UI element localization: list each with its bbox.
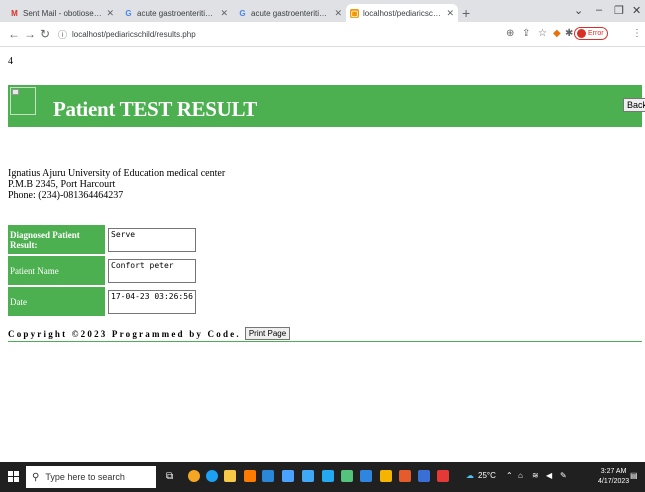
menu-kebab-icon[interactable]: ⋮ (632, 28, 642, 39)
tab-google-search-1[interactable]: G acute gastroenteritis images - G ✕ (120, 4, 232, 22)
weather-icon[interactable]: ☁ (466, 471, 474, 480)
app-icon[interactable] (282, 470, 294, 482)
time-label: 3:27 AM (600, 468, 627, 475)
pen-icon[interactable]: ✎ (560, 471, 567, 480)
metamask-extension-icon[interactable]: ◆ (553, 28, 561, 39)
patient-name-label: Patient Name (8, 255, 106, 287)
vscode-icon[interactable] (322, 470, 334, 482)
info-icon[interactable]: ⓘ (58, 28, 67, 41)
google-icon: G (239, 8, 246, 18)
new-tab-button[interactable]: + (462, 5, 470, 21)
tab-title: acute gastroenteritis images - G (251, 8, 330, 18)
app-icon[interactable] (302, 470, 314, 482)
tab-close-icon[interactable]: ✕ (334, 8, 342, 19)
extensions-puzzle-icon[interactable]: ✱ (565, 28, 573, 39)
gmail-icon: M (11, 8, 18, 18)
app-icon[interactable] (262, 470, 274, 482)
hospital-address: Ignatius Ajuru University of Education m… (8, 168, 225, 201)
app-icon[interactable] (418, 470, 430, 482)
tab-sent-mail[interactable]: M Sent Mail - obotioseff6@gmail.c ✕ (6, 4, 118, 22)
address-line: Ignatius Ajuru University of Education m… (8, 168, 226, 179)
logo-broken-image (10, 87, 36, 115)
tab-title: acute gastroenteritis images - G (137, 8, 216, 18)
page-title: Patient TEST RESULT (53, 97, 257, 121)
tab-results-page[interactable]: ▢ localhost/pediaricschild/results. ✕ (346, 4, 458, 22)
date-label: 4/17/2023 (598, 478, 630, 485)
minimize-button[interactable]: – (596, 4, 602, 16)
footer: Copyright ©2023 Programmed by Code. Prin… (8, 327, 291, 340)
table-row: Patient Name Confort peter (8, 255, 196, 287)
tab-close-icon[interactable]: ✕ (446, 8, 454, 19)
zoom-icon[interactable]: ⊕ (506, 28, 514, 39)
tab-title: localhost/pediaricschild/results. (363, 8, 442, 18)
avatar (577, 29, 586, 38)
app-icon[interactable] (188, 470, 200, 482)
header-banner: Patient TEST RESULT (8, 85, 642, 127)
browser-tab-strip: M Sent Mail - obotioseff6@gmail.c ✕ G ac… (0, 0, 645, 22)
result-table: Diagnosed Patient Result: Serve Patient … (8, 225, 196, 318)
app-icon[interactable] (244, 470, 256, 482)
address-bar: ← → ↻ ⓘ localhost/pediaricschild/results… (0, 22, 645, 47)
google-icon: G (125, 8, 132, 18)
volume-icon[interactable]: ◀ (546, 471, 552, 480)
taskbar-search-input[interactable]: ⚲ Type here to search (26, 466, 156, 488)
search-icon: ⚲ (32, 471, 40, 483)
tab-title: Sent Mail - obotioseff6@gmail.c (23, 8, 103, 18)
page-icon: ▢ (350, 8, 359, 18)
profile-error-button[interactable]: Error (574, 27, 608, 40)
diagnosed-result-field[interactable]: Serve (108, 227, 196, 252)
notification-icon[interactable]: ▤ (630, 471, 638, 480)
stray-text: 4 (8, 56, 13, 67)
url-text: localhost/pediaricschild/results.php (72, 29, 196, 39)
app-icon[interactable] (399, 470, 411, 482)
chrome-icon[interactable] (206, 470, 218, 482)
date-field[interactable]: 17-04-23 03:26:56 (108, 289, 196, 314)
taskbar: ⚲ Type here to search ⧉ ☁ 25°C ⌃ ⌂ ≋ ◀ ✎… (0, 462, 645, 492)
chevron-up-icon[interactable]: ⌃ (506, 471, 513, 480)
profile-label: Error (588, 30, 604, 37)
diagnosed-result-label: Diagnosed Patient Result: (8, 225, 106, 256)
network-icon[interactable]: ⌂ (518, 471, 523, 480)
back-arrow-icon[interactable]: ← (8, 27, 20, 41)
file-explorer-icon[interactable] (224, 470, 236, 482)
bookmark-star-icon[interactable]: ☆ (538, 28, 547, 39)
print-page-button[interactable]: Print Page (244, 327, 291, 340)
chevron-down-icon[interactable]: ⌄ (574, 4, 583, 17)
back-button[interactable]: Back (623, 98, 645, 112)
app-icon[interactable] (341, 470, 353, 482)
table-row: Diagnosed Patient Result: Serve (8, 225, 196, 256)
clock[interactable]: 3:27 AM 4/17/2023 (598, 467, 629, 487)
app-icon[interactable] (437, 470, 449, 482)
tab-google-search-2[interactable]: G acute gastroenteritis images - G ✕ (234, 4, 346, 22)
task-view-icon[interactable]: ⧉ (166, 471, 173, 482)
maximize-button[interactable]: ❐ (614, 4, 624, 17)
url-field[interactable]: ⓘ localhost/pediaricschild/results.php (58, 26, 498, 42)
app-icon[interactable] (360, 470, 372, 482)
footer-divider (8, 341, 642, 342)
reload-icon[interactable]: ↻ (40, 27, 50, 41)
tab-close-icon[interactable]: ✕ (106, 8, 114, 19)
address-line: Phone: (234)-081364464237 (8, 190, 124, 201)
share-icon[interactable]: ⇪ (522, 28, 530, 39)
address-line: P.M.B 2345, Port Harcourt (8, 179, 116, 190)
date-label: Date (8, 286, 106, 318)
patient-name-field[interactable]: Confort peter (108, 258, 196, 283)
copyright-text: Copyright ©2023 Programmed by Code. (8, 328, 241, 339)
table-row: Date 17-04-23 03:26:56 (8, 286, 196, 318)
forward-arrow-icon[interactable]: → (24, 27, 36, 41)
tab-close-icon[interactable]: ✕ (220, 8, 228, 19)
close-window-button[interactable]: ✕ (632, 4, 641, 17)
app-icon[interactable] (380, 470, 392, 482)
wifi-icon[interactable]: ≋ (532, 471, 539, 480)
search-placeholder: Type here to search (45, 472, 125, 482)
windows-start-icon[interactable] (8, 471, 19, 482)
temperature-label[interactable]: 25°C (478, 471, 496, 480)
